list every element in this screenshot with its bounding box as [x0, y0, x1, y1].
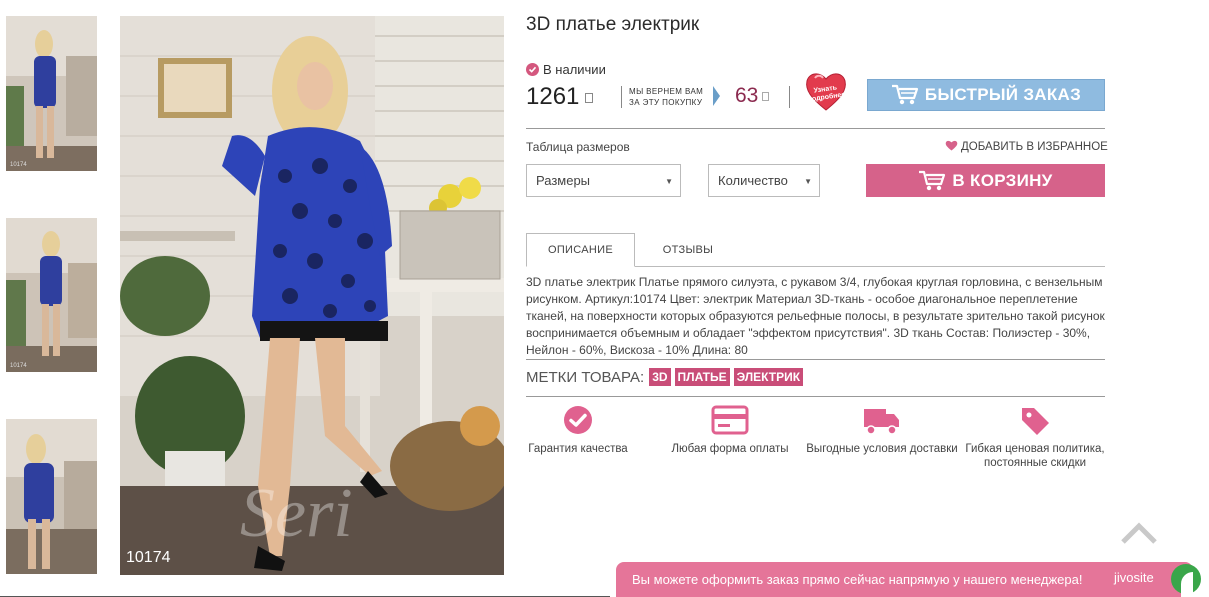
cart-icon [891, 84, 919, 106]
size-select[interactable]: Размеры ▼ [526, 164, 681, 197]
add-to-favorites-label: ДОБАВИТЬ В ИЗБРАННОЕ [961, 141, 1108, 153]
photo-sku-label: 10174 [126, 549, 171, 566]
tags-label: МЕТКИ ТОВАРА: [526, 368, 645, 386]
truck-icon [802, 404, 962, 436]
currency-icon [762, 91, 770, 101]
divider [526, 359, 1105, 360]
quantity-select-value: Количество [718, 173, 788, 188]
tab-description[interactable]: ОПИСАНИЕ [526, 233, 635, 267]
chevron-down-icon: ▼ [665, 177, 673, 186]
quick-order-label: БЫСТРЫЙ ЗАКАЗ [924, 85, 1082, 104]
chat-widget-logo: jivosite [1114, 570, 1154, 585]
arrow-right-icon [713, 86, 720, 106]
tag-dress[interactable]: ПЛАТЬЕ [674, 368, 730, 386]
scroll-to-top-button[interactable] [1120, 520, 1158, 546]
price-value: 1261 [526, 83, 580, 110]
feature-text: Гибкая ценовая политика, постоянные скид… [965, 443, 1105, 469]
bonus-amount: 63 [735, 84, 770, 108]
price: 1261 [526, 83, 594, 111]
tag-electric[interactable]: ЭЛЕКТРИК [733, 368, 804, 386]
tab-reviews[interactable]: ОТЗЫВЫ [636, 233, 740, 267]
feature-text: Любая форма оплаты [671, 443, 789, 455]
product-title: 3D платье электрик [526, 14, 700, 35]
thumbnail-1[interactable]: 10174 [6, 16, 97, 171]
refund-text-line: ЗА ЭТУ ПОКУПКУ [629, 98, 703, 107]
refund-text-line: МЫ ВЕРНЕМ ВАМ [629, 87, 704, 96]
feature-text: Гарантия качества [528, 443, 628, 455]
stock-status-text: В наличии [543, 62, 606, 77]
feature-delivery: Выгодные условия доставки [802, 404, 962, 456]
check-circle-icon [498, 404, 658, 436]
bonus-value: 63 [735, 84, 759, 107]
tag-3d[interactable]: 3D [649, 368, 671, 386]
feature-text: Выгодные условия доставки [806, 443, 958, 455]
chat-status-icon-mask [1181, 572, 1193, 597]
add-to-cart-button[interactable]: В КОРЗИНУ [866, 164, 1105, 197]
divider [526, 396, 1105, 397]
divider [526, 128, 1105, 129]
chat-widget-bar[interactable]: Вы можете оформить заказ прямо сейчас на… [616, 562, 1201, 597]
cart-icon [918, 170, 946, 192]
chevron-up-icon [1120, 520, 1158, 546]
divider [789, 86, 790, 108]
divider [621, 86, 622, 108]
chat-widget-message: Вы можете оформить заказ прямо сейчас на… [632, 572, 1083, 587]
price-tag-icon [955, 404, 1115, 436]
size-table-link[interactable]: Таблица размеров [526, 140, 630, 154]
add-to-favorites-link[interactable]: ДОБАВИТЬ В ИЗБРАННОЕ [945, 140, 1108, 154]
stock-status: В наличии [526, 62, 606, 77]
feature-pricing: Гибкая ценовая политика, постоянные скид… [955, 404, 1115, 470]
thumbnail-2[interactable]: 10174 [6, 218, 97, 372]
heart-icon [945, 140, 958, 154]
check-circle-icon [526, 63, 539, 76]
add-to-cart-label: В КОРЗИНУ [952, 170, 1053, 190]
thumbnail-3[interactable] [6, 419, 97, 574]
quick-order-button[interactable]: БЫСТРЫЙ ЗАКАЗ [867, 79, 1105, 111]
refund-text: МЫ ВЕРНЕМ ВАМ ЗА ЭТУ ПОКУПКУ [629, 86, 703, 108]
feature-quality: Гарантия качества [498, 404, 658, 456]
quantity-select[interactable]: Количество ▼ [708, 164, 820, 197]
size-select-value: Размеры [536, 173, 591, 188]
thumbnail-sku: 10174 [10, 363, 27, 369]
product-description: 3D платье электрик Платье прямого силуэт… [526, 275, 1105, 357]
product-tags: МЕТКИ ТОВАРА: 3D ПЛАТЬЕ ЭЛЕКТРИК [526, 368, 804, 386]
feature-payment: Любая форма оплаты [650, 404, 810, 456]
currency-icon [585, 92, 594, 103]
credit-card-icon [650, 404, 810, 436]
main-product-photo[interactable]: Seri 10174 [120, 16, 504, 575]
svg-text:Seri: Seri [240, 475, 353, 552]
thumbnail-sku: 10174 [10, 162, 27, 168]
chevron-down-icon: ▼ [804, 177, 812, 186]
